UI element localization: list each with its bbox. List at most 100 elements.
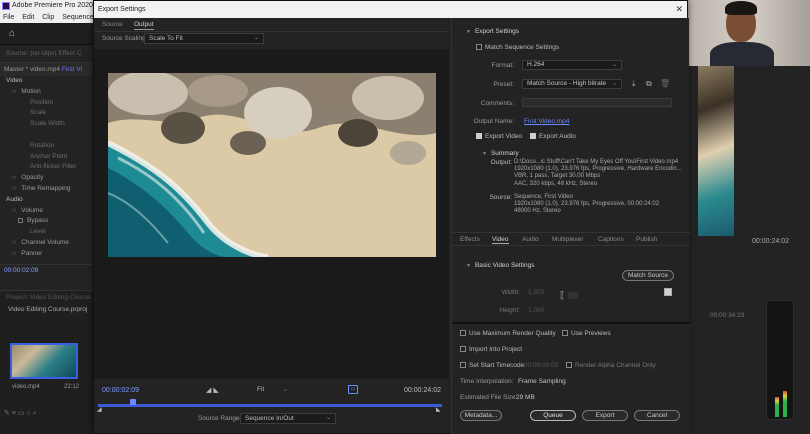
effect-row[interactable]: Anti-flicker Filter xyxy=(0,162,95,173)
menu-edit[interactable]: Edit xyxy=(22,14,34,21)
playhead[interactable] xyxy=(130,399,136,405)
queue-button[interactable]: Queue xyxy=(530,410,576,421)
fx-icon[interactable]: fx xyxy=(12,89,16,95)
output-name-link[interactable]: First Video.mp4 xyxy=(524,118,569,125)
checkbox-icon xyxy=(566,362,572,368)
time-interpolation-select[interactable]: Frame Sampling xyxy=(518,378,566,385)
format-select[interactable]: H.264 ⌄ xyxy=(522,60,622,70)
effect-row[interactable]: Scale xyxy=(0,108,95,119)
tab-effects[interactable]: Effects xyxy=(460,236,480,243)
effect-row[interactable]: fx Panner xyxy=(0,249,95,260)
effect-row[interactable]: Video xyxy=(0,76,95,87)
close-icon[interactable]: ✕ xyxy=(675,1,683,18)
export-audio-checkbox[interactable]: Export Audio xyxy=(530,133,576,140)
current-timecode[interactable]: 00:00:02:09 xyxy=(102,387,139,394)
zoom-fit-select[interactable]: Fit ⌄ xyxy=(254,385,290,395)
match-sequence-checkbox[interactable]: Match Sequence Settings xyxy=(476,44,559,51)
save-preset-icon[interactable]: ⤓ xyxy=(632,79,636,89)
menu-sequence[interactable]: Sequence xyxy=(62,14,94,21)
tab-audio[interactable]: Audio xyxy=(522,236,539,243)
basic-video-header[interactable]: ▼ Basic Video Settings xyxy=(466,262,534,269)
set-start-timecode-checkbox[interactable]: Set Start Timecode xyxy=(460,362,524,369)
pencil-icon[interactable]: ✎ ≡ ▭ ○ ⌕ xyxy=(4,409,37,418)
export-button[interactable]: Export xyxy=(582,410,628,421)
scrub-bar[interactable] xyxy=(98,404,442,407)
chevron-down-icon: ⌄ xyxy=(611,81,617,87)
mark-in-out-icon[interactable]: ◢ ◣ xyxy=(206,386,219,394)
metadata-button[interactable]: Metadata... xyxy=(460,410,502,421)
effect-row-label: Time Remapping xyxy=(21,184,71,192)
menu-clip[interactable]: Clip xyxy=(42,14,54,21)
effect-controls-timecode[interactable]: 00:00:02:09 xyxy=(0,263,95,276)
source-scaling-label: Source Scaling: xyxy=(102,35,148,42)
effect-row[interactable]: Position xyxy=(0,98,95,109)
aspect-correction-icon[interactable]: ▭ xyxy=(348,385,358,394)
export-audio-label: Export Audio xyxy=(539,133,576,140)
effect-row[interactable]: Rotation xyxy=(0,141,95,152)
effect-row[interactable]: fx Motion xyxy=(0,87,95,98)
start-timecode-input[interactable]: 00:00:00:00 xyxy=(524,362,558,369)
program-preview-strip xyxy=(698,66,734,236)
fx-icon[interactable]: fx xyxy=(12,175,16,181)
delete-preset-icon[interactable]: 🗑 xyxy=(660,79,670,88)
summary-header[interactable]: ▼ Summary xyxy=(482,150,519,157)
preset-select[interactable]: Match Source - High bitrate ⌄ xyxy=(522,79,622,89)
export-video-label: Export Video xyxy=(485,133,523,140)
import-preset-icon[interactable]: ⧉ xyxy=(646,79,652,89)
effect-row[interactable]: Audio xyxy=(0,195,95,206)
fx-icon[interactable]: fx xyxy=(12,186,16,192)
comments-input[interactable] xyxy=(522,98,672,107)
cancel-button[interactable]: Cancel xyxy=(634,410,680,421)
fx-icon[interactable]: fx xyxy=(12,240,16,246)
effect-row[interactable]: fx Volume xyxy=(0,206,95,217)
fx-icon[interactable]: fx xyxy=(12,208,16,214)
basic-video-title: Basic Video Settings xyxy=(474,262,535,269)
checkbox-icon xyxy=(476,44,482,50)
checkbox-checked-icon xyxy=(530,133,536,139)
width-value[interactable]: 1,920 xyxy=(528,289,544,296)
sequence-label[interactable]: First Vi xyxy=(62,66,82,73)
tab-captions[interactable]: Captions xyxy=(598,236,624,243)
effect-row[interactable]: Anchor Point xyxy=(0,152,95,163)
fx-icon[interactable]: fx xyxy=(12,251,16,257)
constrain-link-icon[interactable]: ⟦ xyxy=(560,290,564,301)
effect-row-label: Rotation xyxy=(30,141,55,149)
preset-value: Match Source - High bitrate xyxy=(527,80,607,87)
import-into-project-label: Import Into Project xyxy=(469,346,523,353)
effect-row[interactable]: fx Time Remapping xyxy=(0,184,95,195)
effect-row[interactable]: fx Channel Volume xyxy=(0,238,95,249)
width-checkbox-checked-icon[interactable] xyxy=(664,288,672,296)
tab-video[interactable]: Video xyxy=(492,236,509,244)
use-previews-checkbox[interactable]: Use Previews xyxy=(562,330,611,337)
effect-row-label: Anti-flicker Filter xyxy=(30,163,77,171)
import-into-project-checkbox[interactable]: Import Into Project xyxy=(460,346,522,353)
effect-row[interactable]: fx Opacity xyxy=(0,173,95,184)
source-range-select[interactable]: Sequence In/Out ⌄ xyxy=(240,413,336,424)
effect-row-label: Opacity xyxy=(21,174,44,182)
height-value[interactable]: 1,080 xyxy=(528,307,544,314)
out-point-icon[interactable]: ◣ xyxy=(436,406,441,413)
effect-row[interactable]: Level xyxy=(0,227,95,238)
project-title[interactable]: Project: Video Editing Course xyxy=(0,291,95,303)
max-render-quality-checkbox[interactable]: Use Maximum Render Quality xyxy=(460,330,556,337)
tab-multiplexer[interactable]: Multiplexer xyxy=(552,236,583,243)
export-video-checkbox[interactable]: Export Video xyxy=(476,133,522,140)
tab-publish[interactable]: Publish xyxy=(636,236,657,243)
effect-row[interactable] xyxy=(0,130,95,141)
match-source-button[interactable]: Match Source xyxy=(622,270,674,281)
home-icon[interactable]: ⌂ xyxy=(9,28,15,39)
tab-output[interactable]: Output xyxy=(134,21,154,30)
effect-row[interactable]: Scale Width xyxy=(0,119,95,130)
panel-tabs[interactable]: Source: (no clips) Effect C xyxy=(0,45,95,63)
beach-preview-image xyxy=(108,73,436,257)
render-alpha-checkbox[interactable]: Render Alpha Channel Only xyxy=(566,362,656,369)
checkbox-icon[interactable] xyxy=(18,218,23,224)
clip-thumbnail[interactable] xyxy=(10,343,78,379)
export-settings-header[interactable]: ▼ Export Settings xyxy=(466,28,519,35)
tab-source[interactable]: Source xyxy=(102,21,123,28)
menu-file[interactable]: File xyxy=(3,14,14,21)
source-scaling-select[interactable]: Scale To Fit ⌄ xyxy=(144,33,264,44)
render-alpha-label: Render Alpha Channel Only xyxy=(575,362,656,369)
effect-row[interactable]: Bypass xyxy=(0,216,95,227)
in-point-icon[interactable]: ◢ xyxy=(97,406,102,413)
